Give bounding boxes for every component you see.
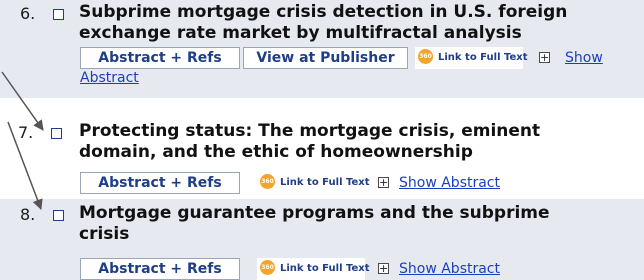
result-title-line: Mortgage guarantee programs and the subp… <box>79 203 550 223</box>
result-title[interactable]: Protecting status: The mortgage crisis, … <box>79 121 639 163</box>
result-title[interactable]: Mortgage guarantee programs and the subp… <box>79 203 639 245</box>
360-badge-text: 360 <box>419 52 432 60</box>
result-item: 6. Subprime mortgage crisis detection in… <box>0 0 644 98</box>
360-badge-text: 360 <box>261 263 274 271</box>
select-checkbox[interactable] <box>53 210 64 221</box>
result-number: 7. <box>18 123 34 142</box>
360-link-icon: 360 <box>260 173 275 189</box>
result-title[interactable]: Subprime mortgage crisis detection in U.… <box>79 2 639 44</box>
show-abstract-link-continued[interactable]: Abstract <box>80 70 139 86</box>
result-number: 6. <box>20 4 36 23</box>
show-abstract-link[interactable]: Show <box>565 50 603 66</box>
link-to-full-text-label: Link to Full Text <box>438 52 528 63</box>
360-link-icon: 360 <box>260 259 275 275</box>
360-badge-text: 360 <box>261 177 274 185</box>
abstract-refs-button[interactable]: Abstract + Refs <box>80 172 240 194</box>
abstract-refs-button[interactable]: Abstract + Refs <box>80 47 240 69</box>
result-title-line: crisis <box>79 224 130 244</box>
result-title-line: exchange rate market by multifractal ana… <box>79 23 522 43</box>
result-title-line: domain, and the ethic of homeownership <box>79 142 473 162</box>
result-item: 7. Protecting status: The mortgage crisi… <box>0 117 644 199</box>
select-checkbox[interactable] <box>51 128 62 139</box>
abstract-refs-button[interactable]: Abstract + Refs <box>80 258 240 280</box>
result-title-line: Subprime mortgage crisis detection in U.… <box>79 2 568 22</box>
link-to-full-text-label: Link to Full Text <box>280 263 370 274</box>
result-item: 8. Mortgage guarantee programs and the s… <box>0 199 644 280</box>
expand-plus-icon[interactable]: + <box>378 177 389 188</box>
expand-plus-icon[interactable]: + <box>378 263 389 274</box>
show-abstract-link[interactable]: Show Abstract <box>399 175 500 191</box>
link-to-full-text-label: Link to Full Text <box>280 177 370 188</box>
360-link-icon: 360 <box>418 48 433 64</box>
link-to-full-text-button[interactable]: 360 Link to Full Text <box>257 258 369 280</box>
show-abstract-link[interactable]: Show Abstract <box>399 261 500 277</box>
select-checkbox[interactable] <box>53 9 64 20</box>
results-list: 6. Subprime mortgage crisis detection in… <box>0 0 644 280</box>
view-at-publisher-button[interactable]: View at Publisher <box>243 47 408 69</box>
link-to-full-text-button[interactable]: 360 Link to Full Text <box>415 47 527 69</box>
result-title-line: Protecting status: The mortgage crisis, … <box>79 121 541 141</box>
link-to-full-text-button[interactable]: 360 Link to Full Text <box>257 172 369 194</box>
result-number: 8. <box>20 205 36 224</box>
expand-plus-icon[interactable]: + <box>539 52 550 63</box>
